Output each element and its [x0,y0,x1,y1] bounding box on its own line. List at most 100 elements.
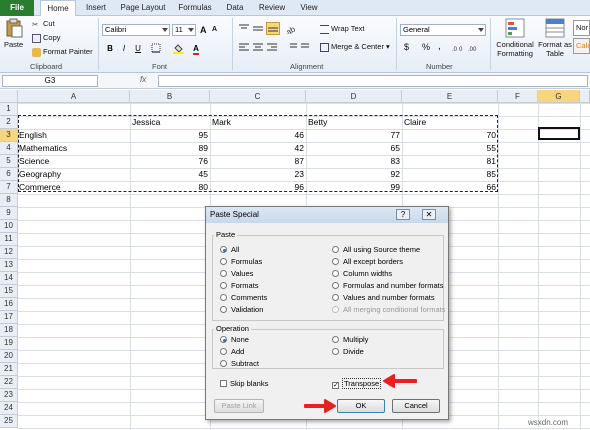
borders-button[interactable] [150,42,162,54]
italic-button[interactable]: I [118,42,130,54]
tab-view[interactable]: View [294,0,324,16]
percent-button[interactable]: % [422,42,430,52]
font-color-button[interactable]: A [190,42,202,55]
row-header[interactable]: 24 [0,402,18,415]
align-top-button[interactable] [238,24,250,36]
align-center-button[interactable] [252,42,264,54]
tab-home[interactable]: Home [40,0,76,17]
tab-data[interactable]: Data [220,0,250,16]
column-header-h[interactable] [580,90,590,103]
shrink-font-button[interactable]: A [212,26,217,33]
row-header[interactable]: 23 [0,389,18,402]
row-header[interactable]: 3 [0,129,18,142]
row-header[interactable]: 18 [0,324,18,337]
cell-style-calculation[interactable]: Calc [573,38,590,54]
indent-button[interactable] [286,42,310,54]
decrease-decimal-button[interactable]: .00 [468,43,482,54]
radio-all-except-borders[interactable]: All except borders [332,257,403,266]
help-button[interactable]: ? [396,209,410,220]
align-bottom-button[interactable] [266,22,280,35]
align-left-button[interactable] [238,42,250,54]
row-header[interactable]: 13 [0,259,18,272]
radio-formulas-number-formats[interactable]: Formulas and number formats [332,281,443,290]
column-header-c[interactable]: C [210,90,306,103]
radio-none[interactable]: None [220,335,249,344]
number-format-select[interactable]: General [400,24,486,36]
format-as-table-button[interactable]: Format as Table [538,18,572,58]
align-middle-button[interactable] [252,24,264,36]
row-header[interactable]: 22 [0,376,18,389]
column-header-a[interactable]: A [18,90,130,103]
row-header[interactable]: 21 [0,363,18,376]
cancel-button[interactable]: Cancel [392,399,440,413]
format-painter-button[interactable]: Format Painter [32,47,93,57]
conditional-formatting-button[interactable]: Conditional Formatting [494,18,536,58]
insert-function-button[interactable]: fx [140,75,146,84]
radio-all-source-theme[interactable]: All using Source theme [332,245,420,254]
radio-validation[interactable]: Validation [220,305,263,314]
underline-button[interactable]: U [132,42,144,54]
row-header[interactable]: 12 [0,246,18,259]
tab-review[interactable]: Review [254,0,290,16]
row-header[interactable]: 2 [0,116,18,129]
tab-page-layout[interactable]: Page Layout [116,0,170,16]
name-box[interactable]: G3 [2,75,98,87]
copy-button[interactable]: Copy [32,33,61,43]
row-header[interactable]: 11 [0,233,18,246]
row-header[interactable]: 10 [0,220,18,233]
column-header-d[interactable]: D [306,90,402,103]
font-name-select[interactable]: Calibri [102,24,170,36]
align-right-button[interactable] [266,42,278,54]
cell-style-normal[interactable]: Nor [573,20,590,36]
row-header[interactable]: 9 [0,207,18,220]
increase-decimal-button[interactable]: .0 0 [452,43,466,54]
radio-multiply[interactable]: Multiply [332,335,368,344]
orientation-button[interactable]: ab [285,24,300,37]
tab-formulas[interactable]: Formulas [174,0,216,16]
row-header[interactable]: 8 [0,194,18,207]
paste-button[interactable]: Paste [4,18,28,52]
transpose-checkbox[interactable]: ✓ Transpose [332,378,382,389]
ok-button[interactable]: OK [337,399,385,413]
row-header[interactable]: 5 [0,155,18,168]
row-header[interactable]: 17 [0,311,18,324]
formula-input[interactable] [158,75,588,87]
row-header[interactable]: 15 [0,285,18,298]
row-header[interactable]: 4 [0,142,18,155]
tab-file[interactable]: File [0,0,34,16]
font-size-select[interactable]: 11 [172,24,196,36]
radio-formulas[interactable]: Formulas [220,257,262,266]
row-header[interactable]: 14 [0,272,18,285]
column-header-e[interactable]: E [402,90,498,103]
radio-comments[interactable]: Comments [220,293,267,302]
row-header[interactable]: 6 [0,168,18,181]
tab-insert[interactable]: Insert [80,0,112,16]
radio-divide[interactable]: Divide [332,347,364,356]
select-all-corner[interactable] [0,90,18,103]
radio-all[interactable]: All [220,245,239,254]
row-header[interactable]: 16 [0,298,18,311]
radio-values[interactable]: Values [220,269,253,278]
currency-button[interactable]: $ [404,42,409,52]
row-header[interactable]: 20 [0,350,18,363]
radio-formats[interactable]: Formats [220,281,259,290]
radio-values-number-formats[interactable]: Values and number formats [332,293,435,302]
row-header[interactable]: 7 [0,181,18,194]
column-header-b[interactable]: B [130,90,210,103]
comma-button[interactable]: , [438,41,441,52]
bold-button[interactable]: B [104,42,116,54]
row-header[interactable]: 19 [0,337,18,350]
grow-font-button[interactable]: A [200,25,207,35]
cut-button[interactable]: ✂ Cut [32,19,55,29]
radio-subtract[interactable]: Subtract [220,359,259,368]
close-button[interactable]: ✕ [422,209,436,220]
wrap-text-button[interactable]: Wrap Text [320,24,365,34]
merge-center-button[interactable]: Merge & Center ▾ [320,42,390,52]
row-header[interactable]: 1 [0,103,18,116]
row-header[interactable]: 25 [0,415,18,428]
radio-column-widths[interactable]: Column widths [332,269,392,278]
column-header-g[interactable]: G [538,90,580,103]
active-cell-g3[interactable] [538,127,580,140]
skip-blanks-checkbox[interactable]: Skip blanks [220,379,268,388]
radio-add[interactable]: Add [220,347,244,356]
